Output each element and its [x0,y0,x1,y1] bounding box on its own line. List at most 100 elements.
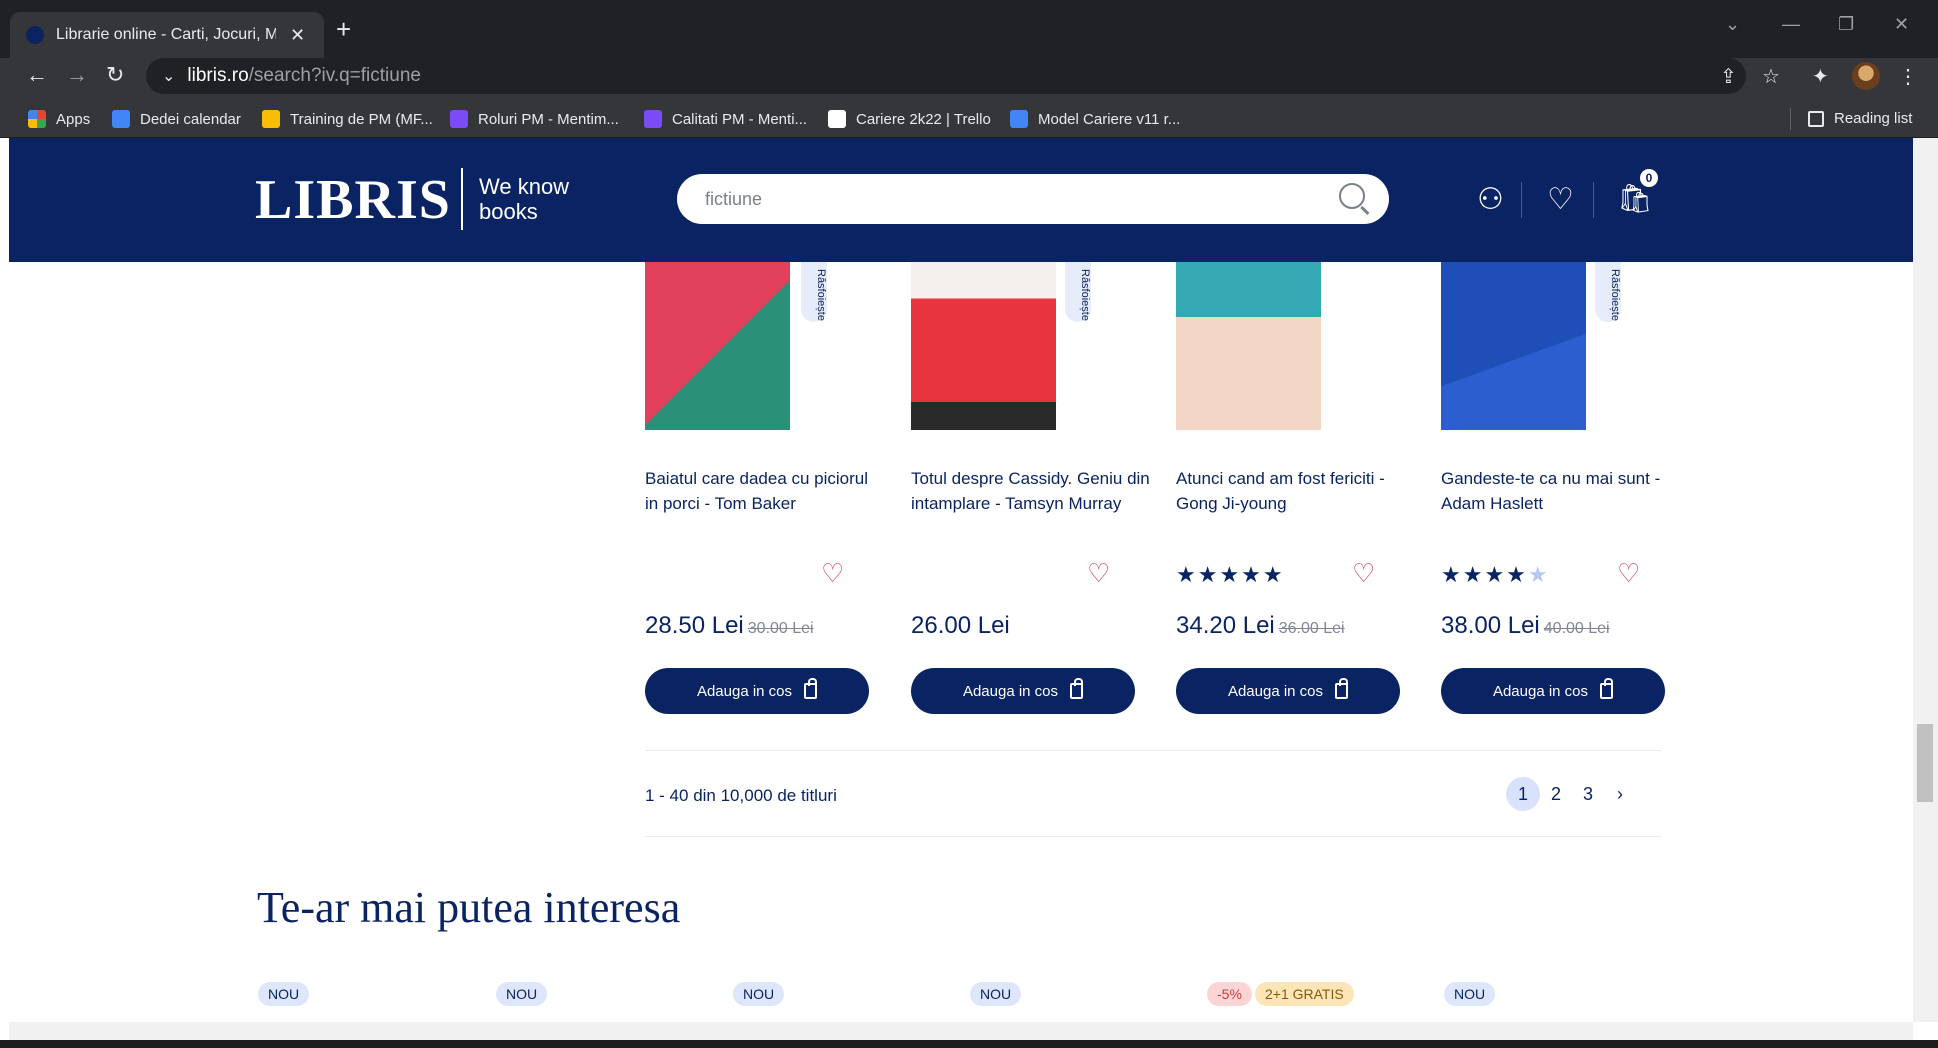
reload-icon[interactable]: ↻ [106,62,124,88]
slides-icon [262,110,280,128]
bookmark-label: Model Cariere v11 r... [1038,110,1181,128]
add-to-cart-button[interactable]: Adauga in cos [645,668,869,714]
taskbar [0,1040,1938,1048]
address-bar[interactable]: ⌄ libris.ro/search?iv.q=fictiune [146,58,1746,94]
bookmark-item[interactable]: Training de PM (MF... [262,110,433,128]
reading-list-icon [1808,110,1824,127]
bag-icon [1335,678,1349,699]
bookmark-item[interactable]: Model Cariere v11 r... [1010,110,1180,128]
tab-search-icon[interactable]: ⌄ [1725,14,1740,35]
divider [645,750,1661,751]
trello-icon [828,110,846,128]
product-title[interactable]: Atunci cand am fost fericiti - Gong Ji-y… [1176,466,1416,516]
bookmarks-bar: Apps Dedei calendar Training de PM (MF..… [0,102,1938,138]
wishlist-heart-icon[interactable]: ♡ [1087,558,1110,589]
libris-logo[interactable]: LIBRIS [255,168,451,232]
page-link-3[interactable]: 3 [1571,777,1605,811]
new-badge: NOU [970,982,1022,1006]
reading-list-button[interactable]: Reading list [1808,110,1912,127]
product-title[interactable]: Baiatul care dadea cu piciorul in porci … [645,466,885,516]
restore-icon[interactable]: ❐ [1838,14,1854,35]
add-to-cart-button[interactable]: Adauga in cos [911,668,1135,714]
divider [645,836,1661,837]
extensions-icon[interactable]: ✦ [1812,64,1829,89]
bookmark-label: Calitati PM - Menti... [672,110,808,128]
bookmark-star-icon[interactable]: ☆ [1762,64,1780,89]
bookmark-item[interactable]: Cariere 2k22 | Trello [828,110,991,128]
current-price: 38.00 Lei [1441,612,1540,639]
product-cover-image[interactable] [911,262,1056,430]
product-title[interactable]: Gandeste-te ca nu mai sunt - Adam Haslet… [1441,466,1681,516]
add-to-cart-button[interactable]: Adauga in cos [1176,668,1400,714]
header-separator [1593,182,1594,218]
search-input[interactable]: fictiune [677,174,1389,224]
bookmarks-divider [1790,108,1791,130]
product-cover-image[interactable] [1441,262,1586,430]
add-to-cart-label: Adauga in cos [962,682,1059,700]
share-icon[interactable]: ⇪ [1720,64,1737,89]
page-link-2[interactable]: 2 [1539,777,1573,811]
browser-tab-bar: Librarie online - Carti, Jocuri, Muzica … [0,0,1938,58]
product-price: 34.20 Lei 36.00 Lei [1176,612,1345,640]
bag-icon [1600,678,1614,699]
apps-grid-icon [28,110,46,128]
calendar-icon [112,110,130,128]
bookmark-label: Apps [56,110,91,128]
account-icon[interactable]: ⚇ [1477,182,1504,217]
back-icon[interactable]: ← [26,62,48,88]
bookmark-apps[interactable]: Apps [28,110,90,128]
add-to-cart-label: Adauga in cos [1227,682,1324,700]
bookmark-item[interactable]: Dedei calendar [112,110,241,128]
add-to-cart-label: Adauga in cos [1492,682,1589,700]
site-info-icon[interactable]: ⌄ [162,66,175,86]
wishlist-heart-icon[interactable]: ♡ [1617,558,1640,589]
main-content: Răsfoiește Baiatul care dadea cu picioru… [9,262,1913,1022]
rating-stars: ★★★★★ [1441,562,1550,587]
wishlist-heart-icon[interactable]: ♡ [821,558,844,589]
bookmark-item[interactable]: Roluri PM - Mentim... [450,110,619,128]
minimize-icon[interactable]: — [1782,14,1800,35]
product-cover-image[interactable] [645,262,790,430]
promo-badge: 2+1 GRATIS [1255,982,1354,1006]
logo-divider [461,168,463,230]
old-price: 40.00 Lei [1543,620,1610,637]
bag-icon [804,678,818,699]
bookmark-label: Dedei calendar [140,110,241,128]
browse-badge[interactable]: Răsfoiește [801,262,827,322]
product-title[interactable]: Totul despre Cassidy. Geniu din intampla… [911,466,1151,516]
bookmark-item[interactable]: Calitati PM - Menti... [644,110,807,128]
url-host: libris.ro [187,65,249,86]
page-link-1[interactable]: 1 [1506,777,1540,811]
menu-icon[interactable]: ⋮ [1898,64,1918,89]
profile-avatar[interactable] [1852,62,1880,90]
new-tab-button[interactable]: + [336,14,351,45]
product-price: 38.00 Lei 40.00 Lei [1441,612,1610,640]
wishlist-heart-icon[interactable]: ♡ [1547,182,1574,217]
new-badge: NOU [258,982,310,1006]
next-page-icon[interactable]: › [1603,777,1637,811]
product-price: 28.50 Lei 30.00 Lei [645,612,814,640]
url-path: /search?iv.q=fictiune [248,65,421,86]
vertical-scroll-thumb[interactable] [1917,724,1933,802]
browser-tab[interactable]: Librarie online - Carti, Jocuri, Muzica … [10,12,324,58]
bag-icon [1070,678,1084,699]
search-icon[interactable] [1339,183,1365,209]
mentimeter-icon [644,110,662,128]
tagline-line2: books [479,199,538,224]
old-price: 30.00 Lei [747,620,814,637]
browse-badge[interactable]: Răsfoiește [1595,262,1621,322]
wishlist-heart-icon[interactable]: ♡ [1352,558,1375,589]
header-separator [1521,182,1522,218]
close-tab-icon[interactable]: ✕ [290,25,305,46]
forward-icon[interactable]: → [66,62,88,88]
current-price: 34.20 Lei [1176,612,1275,639]
mentimeter-icon [450,110,468,128]
product-cover-image[interactable] [1176,262,1321,430]
browse-badge[interactable]: Răsfoiește [1065,262,1091,322]
close-window-icon[interactable]: ✕ [1894,14,1909,35]
vertical-scrollbar[interactable] [1913,138,1938,1022]
horizontal-scrollbar[interactable] [9,1022,1913,1040]
bookmark-label: Training de PM (MF... [290,110,433,128]
product-price: 26.00 Lei [911,612,1014,640]
add-to-cart-button[interactable]: Adauga in cos [1441,668,1665,714]
